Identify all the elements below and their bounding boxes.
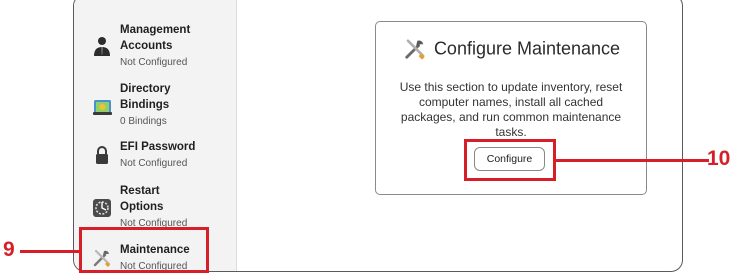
callout-line-left	[20, 250, 79, 253]
callout-number-left: 9	[3, 238, 15, 261]
user-icon	[94, 37, 110, 56]
callout-number-right: 10	[707, 147, 731, 170]
sidebar-item-directory-bindings[interactable]: Directory Bindings 0 Bindings	[74, 81, 236, 129]
configure-highlight-box	[464, 139, 556, 181]
tools-icon	[405, 39, 425, 60]
maintenance-highlight-box	[79, 227, 209, 273]
panel-description: Use this section to update inventory, re…	[399, 80, 623, 139]
sidebar-item-management-accounts[interactable]: Management Accounts Not Configured	[74, 22, 236, 70]
restart-icon	[93, 199, 111, 217]
sidebar-item-status: Not Configured	[120, 158, 188, 169]
sidebar-item-title: EFI Password	[120, 141, 196, 153]
panel-header: Configure Maintenance	[376, 36, 646, 66]
sidebar-item-title: Restart Options	[120, 185, 164, 213]
callout-line-right	[556, 159, 709, 162]
sidebar-item-efi-password[interactable]: EFI Password Not Configured	[74, 139, 236, 171]
panel-title: Configure Maintenance	[433, 38, 621, 59]
sidebar-item-status: Not Configured	[120, 57, 188, 68]
directory-icon	[93, 100, 112, 115]
sidebar-item-restart-options[interactable]: Restart Options Not Configured	[74, 183, 236, 231]
lock-icon	[96, 146, 108, 164]
sidebar-item-title: Directory Bindings	[120, 83, 171, 111]
sidebar-item-status: 0 Bindings	[120, 116, 167, 127]
sidebar-item-title: Management Accounts	[120, 24, 191, 52]
